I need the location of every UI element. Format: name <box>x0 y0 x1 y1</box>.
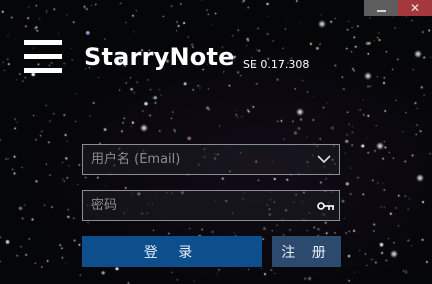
password-input[interactable] <box>91 191 311 220</box>
menu-line <box>24 54 62 59</box>
register-button[interactable]: 注 册 <box>272 236 341 267</box>
close-icon: ✕ <box>409 1 421 15</box>
login-button[interactable]: 登 录 <box>82 236 262 267</box>
app-version: SE 0.17.308 <box>243 58 310 71</box>
minimize-button[interactable] <box>364 0 398 16</box>
minimize-icon <box>376 9 386 12</box>
close-button[interactable]: ✕ <box>398 0 432 16</box>
login-window: ✕ StarryNote SE 0.17.308 登 录 注 册 <box>0 0 432 284</box>
window-controls: ✕ <box>364 0 432 16</box>
menu-line <box>24 40 62 45</box>
menu-line <box>24 68 62 73</box>
username-field[interactable] <box>82 144 340 175</box>
chevron-down-icon[interactable] <box>317 154 331 164</box>
password-field[interactable] <box>82 190 340 221</box>
key-icon[interactable] <box>317 200 335 212</box>
hamburger-menu-icon[interactable] <box>24 40 62 74</box>
app-name: StarryNote <box>84 43 235 71</box>
username-input[interactable] <box>91 145 311 174</box>
